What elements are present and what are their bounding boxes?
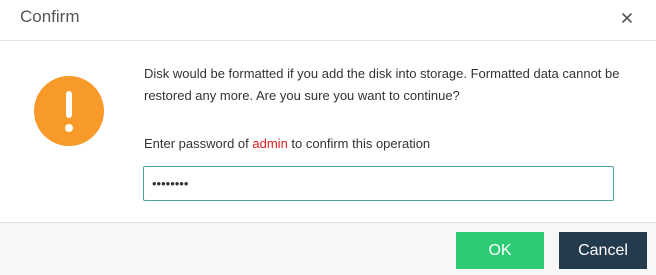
dialog-title: Confirm	[20, 7, 80, 26]
warning-message: Disk would be formatted if you add the d…	[144, 66, 620, 103]
password-input[interactable]	[143, 166, 614, 201]
exclamation-icon	[34, 76, 104, 146]
close-icon[interactable]	[619, 10, 635, 26]
ok-button[interactable]: OK	[456, 232, 544, 269]
password-prompt: Enter password of admin to confirm this …	[144, 135, 430, 153]
cancel-button[interactable]: Cancel	[559, 232, 647, 269]
confirm-dialog: Confirm Disk would be formatted if you a…	[0, 0, 656, 275]
prompt-username: admin	[252, 136, 288, 151]
prompt-text-after: to confirm this operation	[287, 136, 431, 151]
dialog-header: Confirm	[0, 0, 656, 41]
dialog-footer	[0, 222, 656, 275]
prompt-text-before: Enter password of	[144, 136, 253, 151]
